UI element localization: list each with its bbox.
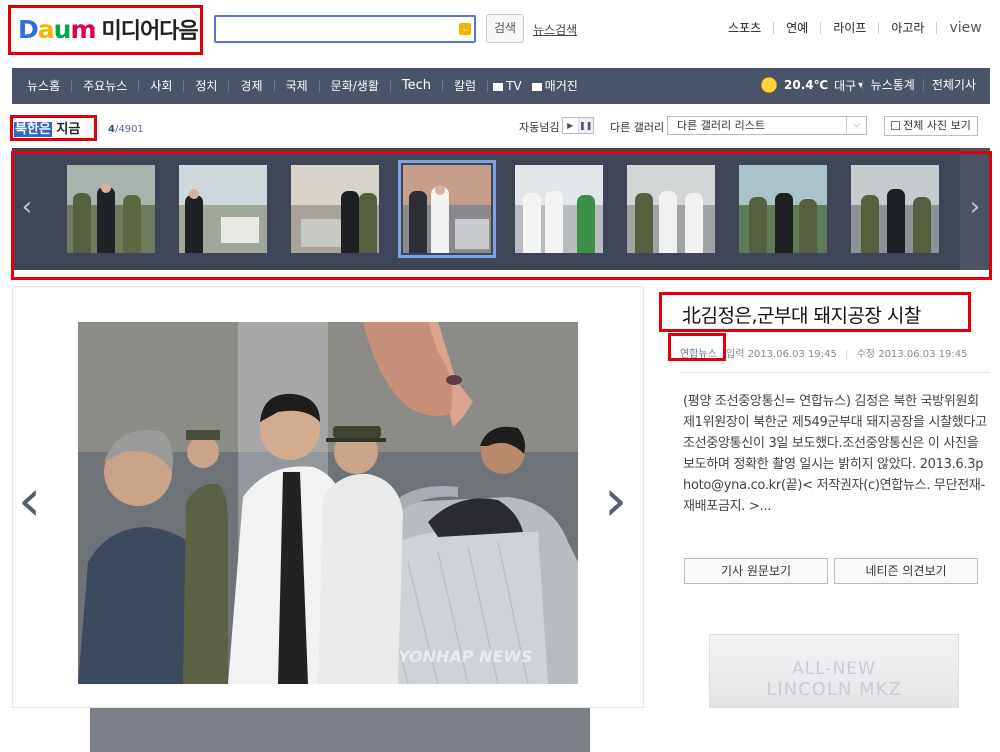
news-search-link[interactable]: 뉴스검색 — [533, 21, 577, 38]
ad-line-1: ALL-NEW — [792, 659, 876, 679]
strip-next-button[interactable]: › — [960, 148, 990, 270]
thumbnail-4-selected[interactable] — [398, 160, 496, 258]
nav-economy[interactable]: 경제 — [229, 80, 275, 92]
nav-right-links: 뉴스통계 전체기사 — [861, 79, 984, 91]
grid-icon — [891, 121, 901, 130]
chevron-down-icon: ⌵ — [846, 117, 866, 134]
article-meta: 연합뉴스 입력 2013.06.03 19:45 | 수정 2013.06.03… — [680, 345, 967, 360]
top-nav: 스포츠 연예 라이프 아고라 view — [716, 21, 994, 35]
article-source[interactable]: 연합뉴스 — [680, 349, 717, 360]
strip-prev-button[interactable]: ‹ — [12, 148, 42, 270]
nav-news-stats[interactable]: 뉴스통계 — [861, 79, 923, 91]
thumbnail-2[interactable] — [179, 165, 267, 253]
play-button[interactable]: ▶ — [563, 118, 578, 133]
gallery-title-highlight: 북한은 — [14, 122, 52, 137]
sun-icon — [760, 76, 778, 94]
article-edit-label: 수정 — [856, 349, 876, 360]
article-input-time: 2013.06.03 19:45 — [747, 349, 837, 360]
article-title: 北김정은,군부대 돼지공장 시찰 — [682, 305, 921, 327]
nav-tv-label: TV — [506, 79, 522, 93]
article-body: (평양 조선중앙통신= 연합뉴스) 김정은 북한 국방위원회 제1위원장이 북한… — [683, 394, 987, 514]
thumbnail-7[interactable] — [739, 165, 827, 253]
search-input[interactable]: ⌄ — [214, 15, 476, 43]
view-original-article-button[interactable]: 기사 원문보기 — [684, 558, 828, 584]
weather-city: 대구 — [834, 78, 857, 93]
top-nav-view[interactable]: view — [936, 21, 993, 35]
top-nav-life[interactable]: 라이프 — [820, 22, 878, 34]
pause-button[interactable]: ❚❚ — [577, 118, 593, 133]
view-netizen-comments-button[interactable]: 네티즌 의견보기 — [834, 558, 978, 584]
all-photos-label: 전체 사진 보기 — [903, 119, 971, 132]
thumbnail-3[interactable] — [291, 165, 379, 253]
other-gallery-label: 다른 갤러리 — [610, 121, 665, 134]
top-nav-sports[interactable]: 스포츠 — [716, 22, 773, 34]
nav-magazine[interactable]: 매거진 — [527, 80, 583, 92]
nav-culture[interactable]: 문화/생활 — [320, 80, 391, 92]
nav-tech[interactable]: Tech — [391, 79, 444, 92]
photo-counter-total: /4901 — [114, 124, 144, 135]
auto-advance-controls: ▶ ❚❚ — [562, 117, 594, 134]
photo-counter-current: 4 — [108, 124, 115, 135]
nav-tv[interactable]: TV — [488, 80, 527, 92]
thumbnail-5[interactable] — [515, 165, 603, 253]
main-photo-illustration: YONHAP NEWS — [78, 322, 578, 684]
other-gallery-select[interactable]: 다른 갤러리 리스트 ⌵ — [667, 116, 867, 135]
nav-society[interactable]: 사회 — [139, 80, 185, 92]
main-nav: 뉴스홈 주요뉴스 사회 정치 경제 국제 문화/생활 Tech 칼럼 포토 TV… — [12, 68, 990, 752]
thumbnail-8[interactable] — [851, 165, 939, 253]
nav-magazine-label: 매거진 — [544, 79, 578, 93]
lincoln-ad-banner[interactable]: ALL-NEW LINCOLN MKZ — [709, 634, 959, 708]
weather-temp: 20.4℃ — [784, 78, 829, 92]
tv-icon — [493, 82, 504, 91]
photo-counter: 4/4901 — [108, 124, 144, 135]
photo-next-button[interactable]: › — [604, 466, 627, 534]
nav-column[interactable]: 칼럼 — [443, 80, 489, 92]
auto-advance-label: 자동넘김 — [519, 121, 560, 134]
daum-logo-mark: Daum — [18, 14, 97, 44]
media-daum-title: 미디어다음 — [101, 19, 199, 44]
meta-divider: | — [845, 349, 849, 360]
nav-all-articles[interactable]: 전체기사 — [922, 79, 984, 91]
thumbnail-6[interactable] — [627, 165, 715, 253]
article-edit-time: 2013.06.03 19:45 — [878, 349, 968, 360]
thumbnail-strip: ‹ › — [12, 148, 990, 270]
search-button[interactable]: 검색 — [486, 14, 524, 43]
other-gallery-select-value: 다른 갤러리 리스트 — [677, 119, 765, 132]
article-input-label: 입력 — [726, 349, 745, 360]
nav-top-news[interactable]: 주요뉴스 — [72, 80, 140, 92]
nav-international[interactable]: 국제 — [275, 80, 320, 92]
article-divider — [680, 372, 990, 373]
yonhap-watermark: YONHAP NEWS — [398, 647, 533, 666]
ad-line-2: LINCOLN MKZ — [766, 679, 902, 700]
magazine-icon — [531, 82, 542, 91]
top-nav-agora[interactable]: 아고라 — [878, 22, 936, 34]
nav-news-home[interactable]: 뉴스홈 — [16, 80, 73, 92]
nav-politics[interactable]: 정치 — [184, 80, 230, 92]
weather-widget[interactable]: 20.4℃ 대구 ▾ — [760, 76, 863, 94]
search-option-icon[interactable]: ⌄ — [459, 23, 471, 35]
gallery-title: 북한은 지금 — [14, 118, 80, 137]
main-photo: YONHAP NEWS — [78, 322, 578, 684]
all-photos-button[interactable]: 전체 사진 보기 — [884, 116, 978, 136]
gallery-title-rest: 지금 — [51, 122, 81, 137]
top-nav-entertainment[interactable]: 연예 — [773, 22, 820, 34]
thumbnail-1[interactable] — [67, 165, 155, 253]
daum-logo[interactable]: Daum 미디어다음 — [8, 5, 203, 53]
photo-prev-button[interactable]: ‹ — [18, 466, 41, 534]
